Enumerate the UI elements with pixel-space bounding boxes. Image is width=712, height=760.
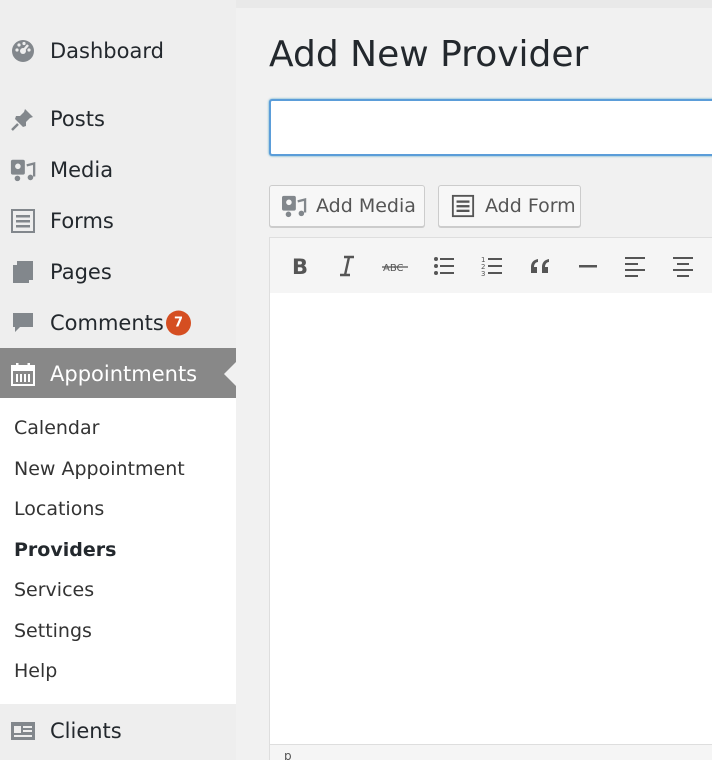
add-media-label: Add Media (316, 195, 416, 217)
main-content: Add New Provider Add Media Add Form B AB… (236, 0, 712, 760)
add-form-button[interactable]: Add Form (438, 185, 581, 227)
sidebar-item-clients[interactable]: Clients (0, 705, 236, 756)
editor-status-path: p (269, 744, 712, 760)
bold-icon[interactable]: B (284, 251, 314, 281)
add-media-button[interactable]: Add Media (269, 185, 425, 227)
sidebar-item-label: Clients (50, 718, 122, 743)
sidebar-item-appointments[interactable]: Appointments (0, 348, 236, 399)
comments-count-badge: 7 (166, 310, 191, 335)
sidebar-item-label: Posts (50, 106, 105, 131)
italic-icon[interactable] (332, 251, 362, 281)
sidebar-item-label: Comments (50, 310, 164, 335)
strikethrough-icon[interactable]: ABC (380, 251, 410, 281)
pin-icon (10, 106, 36, 132)
svg-text:3: 3 (481, 270, 485, 277)
add-form-label: Add Form (485, 195, 576, 217)
appointments-submenu: Calendar New Appointment Locations Provi… (0, 398, 236, 704)
forms-icon (10, 208, 36, 234)
sidebar-item-label: Forms (50, 208, 114, 233)
admin-sidebar: Dashboard Posts Media Forms Pages Commen… (0, 0, 236, 760)
admin-bar-edge (236, 0, 712, 8)
align-center-icon[interactable] (668, 251, 698, 281)
submenu-item-providers[interactable]: Providers (14, 539, 116, 561)
blockquote-icon[interactable] (525, 251, 555, 281)
sidebar-item-dashboard[interactable]: Dashboard (0, 25, 236, 76)
sidebar-item-forms[interactable]: Forms (0, 195, 236, 246)
id-card-icon (10, 718, 36, 744)
page-title: Add New Provider (269, 34, 589, 75)
content-editor[interactable] (269, 293, 712, 745)
svg-text:ABC: ABC (383, 263, 404, 274)
media-icon (10, 157, 36, 183)
sidebar-item-label: Media (50, 157, 114, 182)
numbered-list-icon[interactable]: 123 (477, 251, 507, 281)
sidebar-item-label: Pages (50, 259, 112, 284)
horizontal-rule-icon[interactable] (573, 251, 603, 281)
forms-icon (450, 193, 476, 219)
sidebar-item-posts[interactable]: Posts (0, 93, 236, 144)
calendar-icon (10, 361, 36, 387)
submenu-item-new-appointment[interactable]: New Appointment (14, 458, 185, 480)
active-indicator-arrow (224, 361, 236, 386)
align-left-icon[interactable] (620, 251, 650, 281)
sidebar-item-label: Appointments (50, 361, 198, 386)
comment-icon (10, 310, 36, 336)
submenu-item-calendar[interactable]: Calendar (14, 417, 99, 439)
pages-icon (10, 259, 36, 285)
submenu-item-locations[interactable]: Locations (14, 498, 104, 520)
sidebar-item-pages[interactable]: Pages (0, 246, 236, 297)
provider-title-input[interactable] (269, 99, 712, 156)
sidebar-item-label: Dashboard (50, 38, 164, 63)
dashboard-icon (10, 38, 36, 64)
editor-toolbar: B ABC 123 (269, 237, 712, 294)
sidebar-item-media[interactable]: Media (0, 144, 236, 195)
sidebar-item-comments[interactable]: Comments 7 (0, 297, 236, 348)
svg-text:B: B (292, 255, 308, 277)
submenu-item-services[interactable]: Services (14, 579, 94, 601)
bullet-list-icon[interactable] (429, 251, 459, 281)
media-icon (281, 193, 307, 219)
submenu-item-settings[interactable]: Settings (14, 620, 92, 642)
submenu-item-help[interactable]: Help (14, 660, 57, 682)
